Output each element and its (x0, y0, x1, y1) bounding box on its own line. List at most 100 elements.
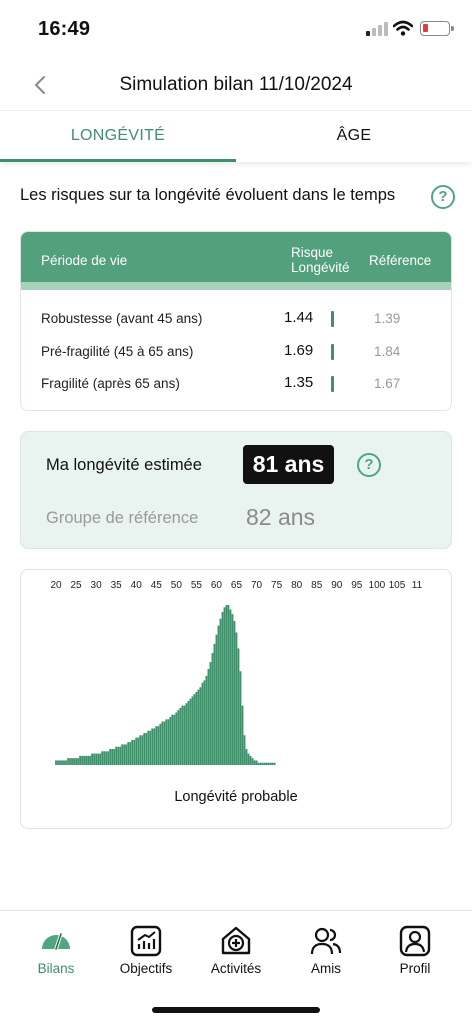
chart-bar (225, 605, 228, 765)
chart-bar (219, 618, 222, 765)
chart-bar (103, 751, 106, 765)
chart-bar (91, 753, 93, 765)
bottom-tab-bilans[interactable]: Bilans (11, 923, 101, 983)
chart-bar (201, 682, 204, 765)
chart-bar (135, 737, 138, 765)
chart-bar (171, 714, 174, 765)
bottom-tab-label: Amis (311, 961, 341, 976)
chart-bar (143, 733, 146, 765)
intro-text: Les risques sur ta longévité évoluent da… (20, 186, 396, 204)
chart-bar (183, 705, 186, 765)
chart-bar (253, 760, 256, 765)
estimate-label: Ma longévité estimée (46, 456, 202, 474)
row-reference: 1.84 (374, 344, 401, 359)
x-tick-label: 75 (271, 580, 283, 591)
chart-bar (205, 675, 208, 765)
row-value: 1.44 (284, 309, 314, 326)
chart-bar (159, 723, 162, 765)
chart-bar (185, 703, 188, 765)
x-tick-label: 90 (331, 580, 343, 591)
risk-bar-marker (331, 311, 334, 327)
x-tick-label: 60 (211, 580, 223, 591)
row-value: 1.35 (284, 374, 314, 391)
chart-bar (125, 744, 128, 765)
chart-bar (119, 746, 122, 765)
home-plus-icon (221, 926, 251, 955)
help-icon[interactable]: ? (431, 185, 455, 209)
chart-bar (211, 653, 214, 765)
chart-bar (133, 739, 136, 765)
chart-bar (267, 762, 270, 765)
risk-table-header: Période de vie Risque Longévité Référenc… (21, 232, 451, 282)
bottom-tab-amis[interactable]: Amis (281, 923, 371, 983)
chart-bar (261, 762, 264, 765)
risk-bar-marker (331, 344, 334, 360)
chart-bar (67, 758, 69, 765)
chart-bar (163, 721, 166, 765)
chart-bar (179, 707, 182, 765)
row-label: Robustesse (avant 45 ans) (41, 311, 203, 326)
chart-bar (263, 762, 266, 765)
chart-bar (137, 737, 140, 765)
chart-bar (193, 694, 196, 765)
reference-group-value: 82 ans (246, 504, 316, 530)
header-reference: Référence (369, 253, 432, 268)
chart-bar (231, 614, 234, 765)
x-tick-label: 70 (251, 580, 263, 591)
chart-bar (109, 749, 112, 765)
x-tick-label: 35 (111, 580, 123, 591)
chart-bar (157, 726, 160, 765)
bottom-tab-profil[interactable]: Profil (370, 923, 460, 983)
estimate-help-icon[interactable]: ? (357, 453, 381, 477)
bottom-tab-activites[interactable]: Activités (191, 923, 281, 983)
x-tick-label: 105 (389, 580, 406, 591)
chart-bar (141, 735, 144, 765)
chart-bar (199, 687, 202, 765)
chart-bar (255, 760, 258, 765)
chart-bar (71, 758, 73, 765)
longevity-estimate-card: Ma longévité estimée 81 ans ? Groupe de … (20, 431, 452, 549)
risk-bar-marker (331, 376, 334, 392)
chart-bar (75, 758, 77, 765)
page-title: Simulation bilan 11/10/2024 (119, 74, 353, 95)
chart-bar (273, 762, 276, 765)
chart-bar (131, 739, 134, 765)
header-stripe (21, 282, 451, 290)
trend-chart-icon (130, 925, 162, 957)
chart-bar (65, 760, 67, 765)
chart-bar (165, 719, 168, 765)
longevity-distribution-chart: 20 25 30 35 40 45 50 55 60 65 70 75 80 85 90 95 100 105 11 (50, 580, 423, 765)
tab-longevite[interactable]: LONGÉVITÉ (0, 111, 236, 163)
chart-bar (149, 730, 152, 765)
x-tick-label: 11 (412, 580, 423, 591)
chart-bar (245, 749, 248, 765)
chart-bar (63, 760, 65, 765)
chart-bar (197, 689, 200, 765)
chart-bar (153, 728, 156, 765)
table-row: Robustesse (avant 45 ans) 1.44 1.39 (21, 307, 451, 331)
x-tick-label: 65 (231, 580, 243, 591)
chart-bar (59, 760, 61, 765)
chart-bar (77, 758, 79, 765)
status-bar: 16:49 (0, 0, 472, 60)
chart-bar (161, 721, 164, 765)
chart-bar (247, 753, 250, 765)
bottom-tab-label: Objectifs (119, 961, 173, 976)
header-risk: Risque Longévité (291, 245, 350, 275)
chart-bar (217, 625, 220, 765)
chart-bar (155, 726, 158, 765)
header-risk-line1: Risque (291, 245, 334, 260)
header-period: Période de vie (41, 253, 128, 268)
bottom-tab-objectifs[interactable]: Objectifs (101, 923, 191, 983)
table-row: Fragilité (après 65 ans) 1.35 1.67 (21, 372, 451, 396)
chart-bar (177, 710, 180, 765)
chart-bar (121, 744, 124, 765)
chart-bar (221, 611, 224, 765)
chart-bar (55, 760, 57, 765)
row-value: 1.69 (284, 342, 314, 359)
chart-bar (169, 717, 172, 765)
home-indicator (152, 1007, 320, 1013)
chart-bar (195, 691, 198, 765)
tab-age[interactable]: ÂGE (236, 111, 472, 163)
chart-bar (79, 755, 81, 765)
